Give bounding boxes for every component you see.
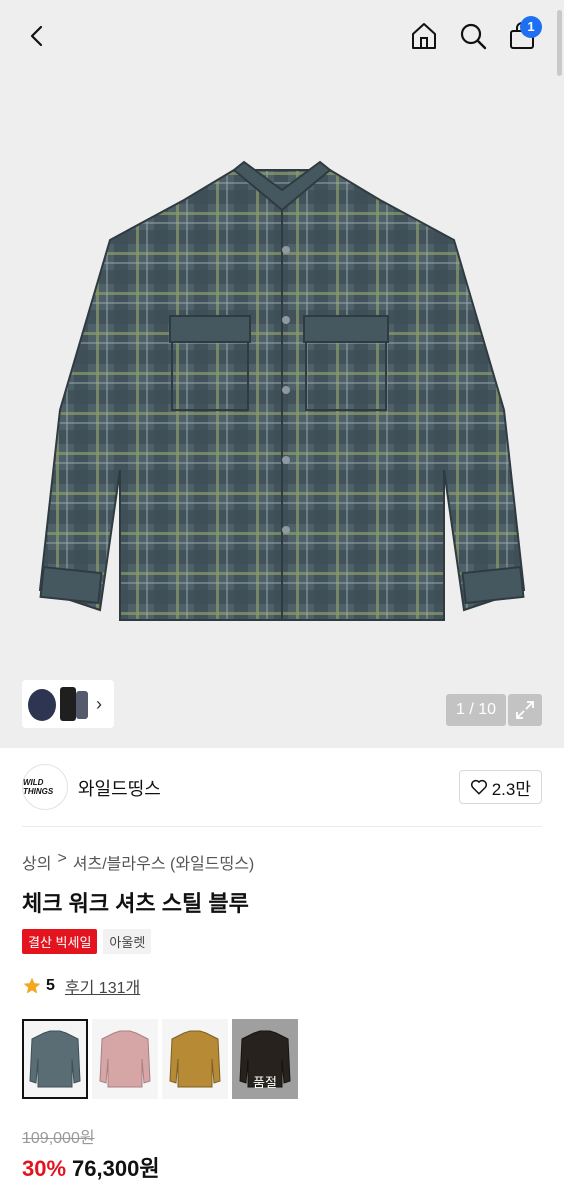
image-counter: 1 / 10 bbox=[446, 694, 506, 726]
brand-logo[interactable]: WILD THINGS bbox=[22, 764, 68, 810]
product-image bbox=[34, 150, 530, 645]
shirt-thumbnail bbox=[99, 1030, 151, 1088]
sale-tag: 결산 빅세일 bbox=[22, 929, 98, 954]
breadcrumb-category[interactable]: 상의 bbox=[22, 850, 51, 874]
sale-price: 76,300원 bbox=[72, 1156, 160, 1181]
rating-score: 5 bbox=[46, 977, 55, 994]
color-option-steel-blue[interactable] bbox=[22, 1019, 88, 1099]
brand-row: WILD THINGS 와일드띵스 2.3만 bbox=[22, 762, 542, 814]
like-button[interactable]: 2.3만 bbox=[458, 770, 542, 804]
color-option-pink[interactable] bbox=[92, 1019, 158, 1099]
breadcrumb-separator: > bbox=[57, 850, 67, 867]
sale-price-row: 30% 76,300원 bbox=[22, 1151, 160, 1183]
star-icon bbox=[23, 977, 41, 994]
review-link[interactable]: 후기 131개 bbox=[65, 974, 140, 998]
search-icon bbox=[460, 23, 487, 50]
home-button[interactable] bbox=[402, 14, 446, 58]
shirt-thumbnail bbox=[169, 1030, 221, 1088]
heart-icon bbox=[470, 779, 487, 795]
cart-button[interactable]: 1 bbox=[500, 14, 544, 58]
product-title: 체크 워크 셔츠 스틸 블루 bbox=[22, 891, 249, 916]
cart-count-badge: 1 bbox=[520, 16, 542, 38]
original-price: 109,000원 bbox=[22, 1130, 95, 1147]
brand-name[interactable]: 와일드띵스 bbox=[78, 775, 161, 801]
shirt-thumbnail bbox=[29, 1030, 81, 1088]
thumbnail-images bbox=[28, 687, 88, 721]
divider bbox=[22, 826, 542, 827]
search-button[interactable] bbox=[451, 14, 495, 58]
expand-icon bbox=[516, 701, 534, 719]
color-option-brown[interactable]: 품절 bbox=[232, 1019, 298, 1099]
expand-button[interactable] bbox=[508, 694, 542, 726]
chevron-left-icon bbox=[30, 25, 43, 47]
breadcrumb: 상의 > 셔츠/블라우스 (와일드띵스) bbox=[22, 850, 254, 874]
chevron-right-icon: › bbox=[96, 693, 102, 714]
thumbnail-strip[interactable]: › bbox=[22, 680, 114, 728]
like-count: 2.3만 bbox=[491, 779, 531, 799]
discount-rate: 30% bbox=[22, 1156, 67, 1181]
outlet-tag: 아울렛 bbox=[103, 929, 152, 954]
home-icon bbox=[412, 23, 436, 49]
scrollbar[interactable] bbox=[557, 10, 562, 76]
top-navigation: 1 bbox=[0, 0, 564, 72]
back-button[interactable] bbox=[16, 14, 60, 58]
rating-row: 5 후기 131개 bbox=[22, 974, 140, 998]
product-tags: 결산 빅세일 아울렛 bbox=[22, 929, 152, 954]
product-image-gallery[interactable]: 1 › 1 / 10 bbox=[0, 0, 564, 748]
color-options: 품절 bbox=[22, 1019, 298, 1099]
breadcrumb-subcategory[interactable]: 셔츠/블라우스 (와일드띵스) bbox=[73, 850, 254, 874]
sold-out-label: 품절 bbox=[232, 1019, 298, 1099]
color-option-mustard[interactable] bbox=[162, 1019, 228, 1099]
